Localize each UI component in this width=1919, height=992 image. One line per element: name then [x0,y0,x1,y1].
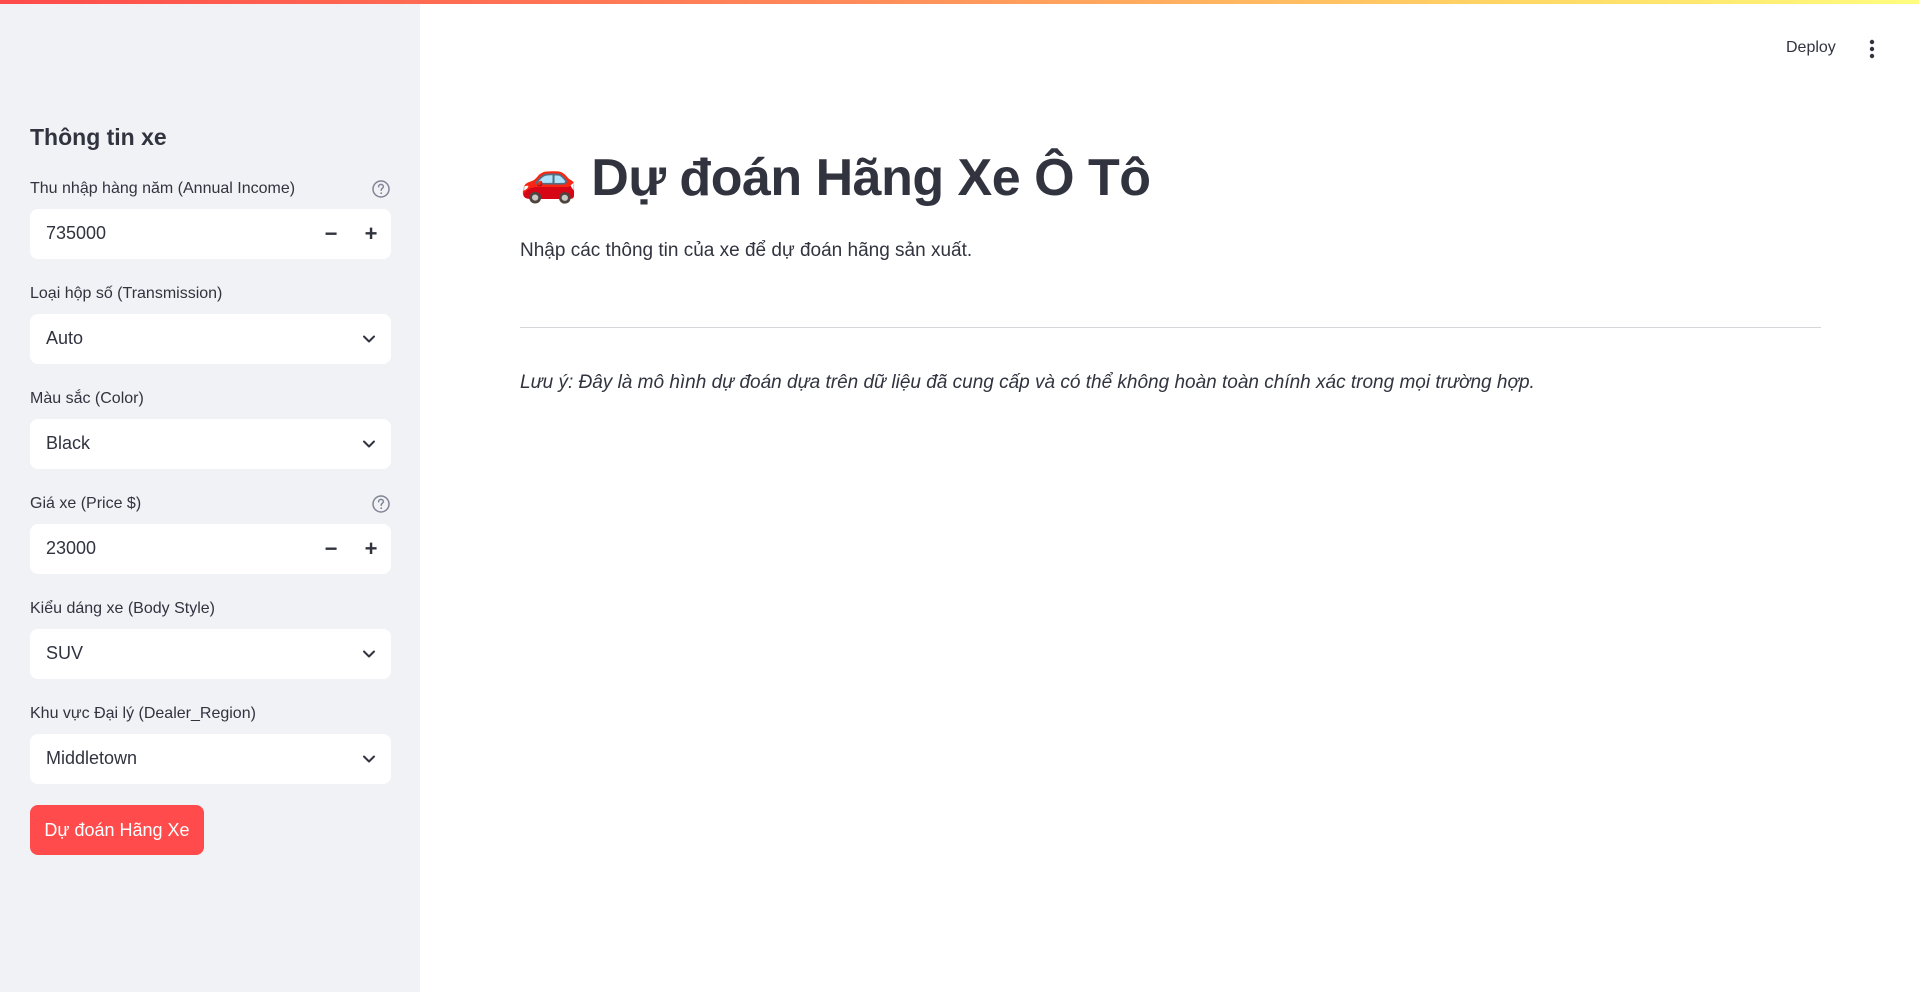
annual-income-increment-button[interactable]: + [351,209,391,259]
price-input[interactable]: 23000 − + [30,524,391,574]
transmission-select[interactable]: Auto [30,314,391,364]
color-value: Black [46,433,91,453]
page-title-row: 🚗 Dự đoán Hãng Xe Ô Tô [520,148,1151,208]
chevron-down-icon [363,440,375,448]
deploy-button[interactable]: Deploy [1786,39,1836,57]
dealer-region-select[interactable]: Middletown [30,734,391,784]
help-icon[interactable] [371,179,391,199]
chevron-down-icon [363,755,375,763]
price-label: Giá xe (Price $) [30,495,142,512]
body-style-value: SUV [46,643,84,663]
price-value[interactable]: 23000 [46,538,96,559]
dealer-region-value: Middletown [46,748,138,768]
page-title: Dự đoán Hãng Xe Ô Tô [591,149,1151,207]
annual-income-decrement-button[interactable]: − [311,209,351,259]
transmission-value: Auto [46,328,84,348]
page-subtitle: Nhập các thông tin của xe để dự đoán hãn… [520,240,973,261]
sidebar-title: Thông tin xe [30,124,167,150]
chevron-down-icon [363,650,375,658]
disclaimer-note: Lưu ý: Đây là mô hình dự đoán dựa trên d… [520,372,1535,393]
top-decoration-bar [0,0,1919,4]
sidebar: Thông tin xe Thu nhập hàng năm (Annual I… [0,0,420,992]
body-style-select[interactable]: SUV [30,629,391,679]
color-select[interactable]: Black [30,419,391,469]
price-decrement-button[interactable]: − [311,524,351,574]
annual-income-input[interactable]: 735000 − + [30,209,391,259]
chevron-down-icon [363,335,375,343]
car-icon: 🚗 [520,151,578,205]
annual-income-value[interactable]: 735000 [46,223,106,244]
divider [520,327,1821,328]
predict-brand-button[interactable]: Dự đoán Hãng Xe [30,805,204,855]
color-label: Màu sắc (Color) [30,390,144,407]
body-style-label: Kiểu dáng xe (Body Style) [30,600,215,617]
vertical-dots-icon[interactable] [1862,38,1882,60]
price-increment-button[interactable]: + [351,524,391,574]
help-icon[interactable] [371,494,391,514]
dealer-region-label: Khu vực Đại lý (Dealer_Region) [30,705,256,722]
transmission-label: Loại hộp số (Transmission) [30,285,223,302]
annual-income-label: Thu nhập hàng năm (Annual Income) [30,180,296,197]
